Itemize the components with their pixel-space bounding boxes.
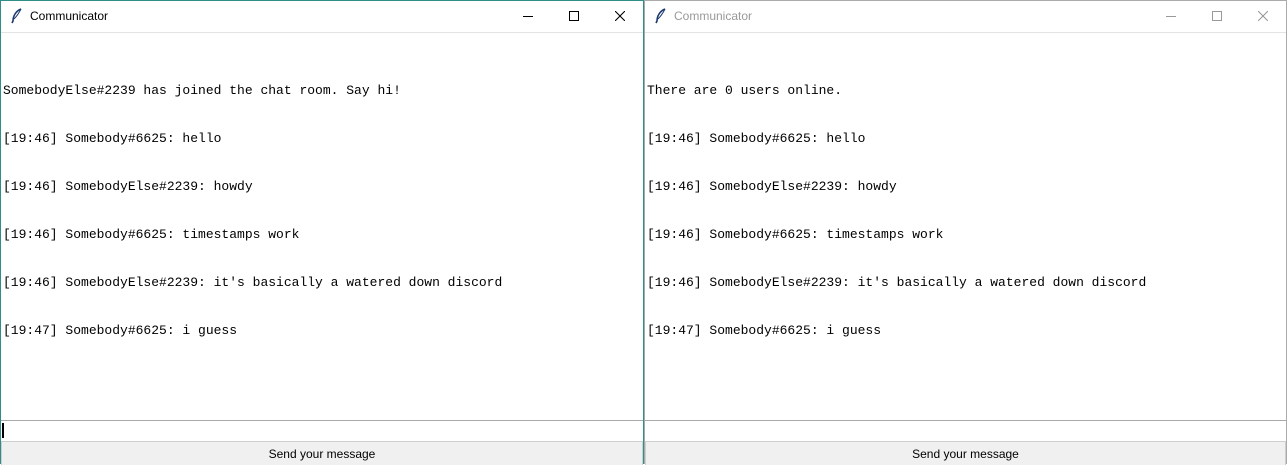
chat-line: [19:46] Somebody#6625: timestamps work <box>3 227 300 242</box>
close-icon <box>614 8 626 26</box>
chat-window-right: Communicator There are 0 users online. [… <box>644 0 1287 465</box>
chat-line: [19:47] Somebody#6625: i guess <box>647 323 882 338</box>
close-button[interactable] <box>1240 1 1286 32</box>
maximize-button[interactable] <box>1194 1 1240 32</box>
chat-line: [19:46] SomebodyElse#2239: howdy <box>647 179 897 194</box>
message-input[interactable] <box>645 420 1286 440</box>
minimize-button[interactable] <box>1148 1 1194 32</box>
minimize-button[interactable] <box>505 1 551 32</box>
chat-line: [19:47] Somebody#6625: i guess <box>3 323 238 338</box>
chat-line: [19:46] SomebodyElse#2239: it's basicall… <box>647 275 1147 290</box>
text-caret <box>2 423 4 438</box>
title-bar[interactable]: Communicator <box>645 1 1286 32</box>
maximize-icon <box>569 8 579 26</box>
maximize-icon <box>1212 8 1222 26</box>
chat-line: [19:46] Somebody#6625: timestamps work <box>647 227 944 242</box>
minimize-icon <box>1166 8 1176 26</box>
window-title: Communicator <box>674 9 753 23</box>
feather-icon <box>654 8 668 24</box>
chat-log[interactable]: There are 0 users online. [19:46] Somebo… <box>645 32 1286 420</box>
chat-line: SomebodyElse#2239 has joined the chat ro… <box>3 83 401 98</box>
maximize-button[interactable] <box>551 1 597 32</box>
chat-line: [19:46] Somebody#6625: hello <box>647 131 866 146</box>
chat-line: There are 0 users online. <box>647 83 843 98</box>
close-icon <box>1257 8 1269 26</box>
title-bar[interactable]: Communicator <box>1 1 643 32</box>
minimize-icon <box>523 8 533 26</box>
chat-line: [19:46] Somebody#6625: hello <box>3 131 222 146</box>
chat-window-left: Communicator SomebodyElse#2239 has joine… <box>0 0 644 465</box>
close-button[interactable] <box>597 1 643 32</box>
chat-line: [19:46] SomebodyElse#2239: it's basicall… <box>3 275 503 290</box>
chat-line: [19:46] SomebodyElse#2239: howdy <box>3 179 253 194</box>
feather-icon <box>10 8 24 24</box>
chat-log[interactable]: SomebodyElse#2239 has joined the chat ro… <box>1 32 643 420</box>
send-message-button[interactable]: Send your message <box>1 441 643 465</box>
window-title: Communicator <box>30 9 109 23</box>
send-message-button[interactable]: Send your message <box>645 441 1286 465</box>
message-input[interactable] <box>1 420 643 440</box>
